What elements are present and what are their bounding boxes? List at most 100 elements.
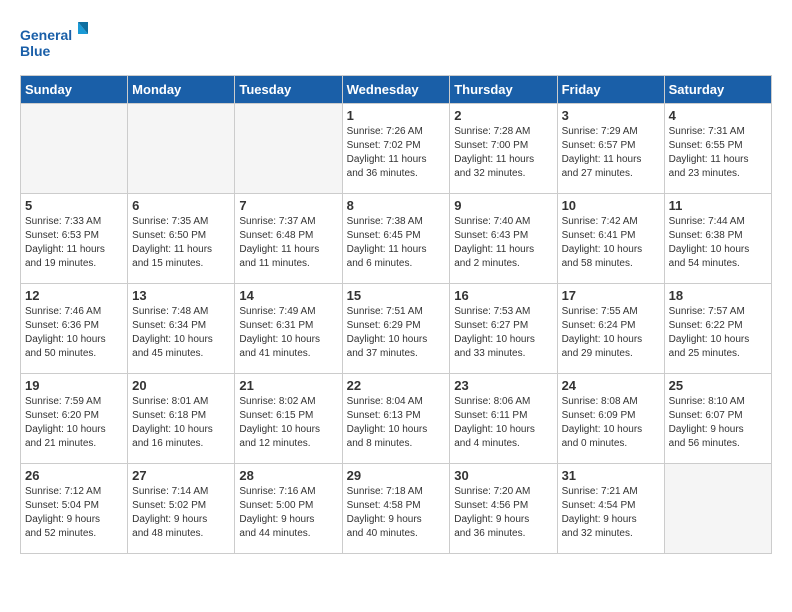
day-number: 25 <box>669 378 767 393</box>
day-number: 21 <box>239 378 337 393</box>
day-info: Sunrise: 7:37 AM Sunset: 6:48 PM Dayligh… <box>239 215 337 271</box>
day-info: Sunrise: 7:12 AM Sunset: 5:04 PM Dayligh… <box>25 485 123 541</box>
weekday-header-saturday: Saturday <box>664 76 771 104</box>
calendar-cell: 5 Sunrise: 7:33 AM Sunset: 6:53 PM Daylig… <box>21 194 128 284</box>
day-number: 31 <box>562 468 660 483</box>
calendar-cell: 12Sunrise: 7:46 AM Sunset: 6:36 PM Dayli… <box>21 284 128 374</box>
calendar-cell: 2 Sunrise: 7:28 AM Sunset: 7:00 PM Daylig… <box>450 104 557 194</box>
weekday-header-sunday: Sunday <box>21 76 128 104</box>
calendar-cell: 20Sunrise: 8:01 AM Sunset: 6:18 PM Dayli… <box>128 374 235 464</box>
calendar-cell: 31 Sunrise: 7:21 AM Sunset: 4:54 PM Dayli… <box>557 464 664 554</box>
day-number: 7 <box>239 198 337 213</box>
day-number: 15 <box>347 288 446 303</box>
day-number: 22 <box>347 378 446 393</box>
day-info: Sunrise: 7:18 AM Sunset: 4:58 PM Dayligh… <box>347 485 446 541</box>
day-number: 23 <box>454 378 552 393</box>
day-info: Sunrise: 7:48 AM Sunset: 6:34 PM Dayligh… <box>132 305 230 361</box>
day-info: Sunrise: 7:51 AM Sunset: 6:29 PM Dayligh… <box>347 305 446 361</box>
day-info: Sunrise: 7:29 AM Sunset: 6:57 PM Dayligh… <box>562 125 660 181</box>
calendar-week-5: 26 Sunrise: 7:12 AM Sunset: 5:04 PM Dayli… <box>21 464 772 554</box>
calendar-cell: 23 Sunrise: 8:06 AM Sunset: 6:11 PM Dayli… <box>450 374 557 464</box>
calendar-cell: 7 Sunrise: 7:37 AM Sunset: 6:48 PM Daylig… <box>235 194 342 284</box>
calendar-week-3: 12Sunrise: 7:46 AM Sunset: 6:36 PM Dayli… <box>21 284 772 374</box>
calendar-cell: 3Sunrise: 7:29 AM Sunset: 6:57 PM Daylig… <box>557 104 664 194</box>
day-info: Sunrise: 7:59 AM Sunset: 6:20 PM Dayligh… <box>25 395 123 451</box>
svg-text:Blue: Blue <box>20 43 51 59</box>
calendar-cell: 29Sunrise: 7:18 AM Sunset: 4:58 PM Dayli… <box>342 464 450 554</box>
day-info: Sunrise: 7:42 AM Sunset: 6:41 PM Dayligh… <box>562 215 660 271</box>
calendar-table: SundayMondayTuesdayWednesdayThursdayFrid… <box>20 75 772 554</box>
calendar-cell <box>235 104 342 194</box>
calendar-cell: 19 Sunrise: 7:59 AM Sunset: 6:20 PM Dayli… <box>21 374 128 464</box>
day-info: Sunrise: 7:21 AM Sunset: 4:54 PM Dayligh… <box>562 485 660 541</box>
day-info: Sunrise: 7:53 AM Sunset: 6:27 PM Dayligh… <box>454 305 552 361</box>
day-number: 2 <box>454 108 552 123</box>
day-number: 8 <box>347 198 446 213</box>
weekday-header-friday: Friday <box>557 76 664 104</box>
day-info: Sunrise: 7:55 AM Sunset: 6:24 PM Dayligh… <box>562 305 660 361</box>
day-info: Sunrise: 7:14 AM Sunset: 5:02 PM Dayligh… <box>132 485 230 541</box>
day-number: 17 <box>562 288 660 303</box>
calendar-cell: 14 Sunrise: 7:49 AM Sunset: 6:31 PM Dayli… <box>235 284 342 374</box>
day-info: Sunrise: 8:10 AM Sunset: 6:07 PM Dayligh… <box>669 395 767 451</box>
calendar-cell: 17 Sunrise: 7:55 AM Sunset: 6:24 PM Dayli… <box>557 284 664 374</box>
day-info: Sunrise: 8:08 AM Sunset: 6:09 PM Dayligh… <box>562 395 660 451</box>
day-number: 30 <box>454 468 552 483</box>
day-number: 1 <box>347 108 446 123</box>
day-info: Sunrise: 7:57 AM Sunset: 6:22 PM Dayligh… <box>669 305 767 361</box>
day-info: Sunrise: 7:40 AM Sunset: 6:43 PM Dayligh… <box>454 215 552 271</box>
day-number: 20 <box>132 378 230 393</box>
day-number: 19 <box>25 378 123 393</box>
day-info: Sunrise: 7:26 AM Sunset: 7:02 PM Dayligh… <box>347 125 446 181</box>
day-number: 26 <box>25 468 123 483</box>
day-info: Sunrise: 7:46 AM Sunset: 6:36 PM Dayligh… <box>25 305 123 361</box>
day-info: Sunrise: 7:31 AM Sunset: 6:55 PM Dayligh… <box>669 125 767 181</box>
calendar-cell: 18 Sunrise: 7:57 AM Sunset: 6:22 PM Dayli… <box>664 284 771 374</box>
weekday-header-wednesday: Wednesday <box>342 76 450 104</box>
day-number: 27 <box>132 468 230 483</box>
calendar-cell: 26 Sunrise: 7:12 AM Sunset: 5:04 PM Dayli… <box>21 464 128 554</box>
logo: General Blue <box>20 20 90 65</box>
day-number: 6 <box>132 198 230 213</box>
calendar-cell: 16Sunrise: 7:53 AM Sunset: 6:27 PM Dayli… <box>450 284 557 374</box>
day-info: Sunrise: 7:44 AM Sunset: 6:38 PM Dayligh… <box>669 215 767 271</box>
calendar-week-1: 1 Sunrise: 7:26 AM Sunset: 7:02 PM Daylig… <box>21 104 772 194</box>
day-info: Sunrise: 7:38 AM Sunset: 6:45 PM Dayligh… <box>347 215 446 271</box>
calendar-cell <box>664 464 771 554</box>
calendar-cell <box>128 104 235 194</box>
calendar-cell: 24 Sunrise: 8:08 AM Sunset: 6:09 PM Dayli… <box>557 374 664 464</box>
calendar-week-2: 5 Sunrise: 7:33 AM Sunset: 6:53 PM Daylig… <box>21 194 772 284</box>
weekday-header-row: SundayMondayTuesdayWednesdayThursdayFrid… <box>21 76 772 104</box>
calendar-cell: 11 Sunrise: 7:44 AM Sunset: 6:38 PM Dayli… <box>664 194 771 284</box>
calendar-cell: 8 Sunrise: 7:38 AM Sunset: 6:45 PM Daylig… <box>342 194 450 284</box>
day-info: Sunrise: 7:28 AM Sunset: 7:00 PM Dayligh… <box>454 125 552 181</box>
day-number: 18 <box>669 288 767 303</box>
logo-svg: General Blue <box>20 20 90 65</box>
day-info: Sunrise: 7:20 AM Sunset: 4:56 PM Dayligh… <box>454 485 552 541</box>
weekday-header-tuesday: Tuesday <box>235 76 342 104</box>
day-info: Sunrise: 7:49 AM Sunset: 6:31 PM Dayligh… <box>239 305 337 361</box>
calendar-cell: 22 Sunrise: 8:04 AM Sunset: 6:13 PM Dayli… <box>342 374 450 464</box>
calendar-cell: 1 Sunrise: 7:26 AM Sunset: 7:02 PM Daylig… <box>342 104 450 194</box>
calendar-cell: 6Sunrise: 7:35 AM Sunset: 6:50 PM Daylig… <box>128 194 235 284</box>
day-info: Sunrise: 7:16 AM Sunset: 5:00 PM Dayligh… <box>239 485 337 541</box>
day-info: Sunrise: 8:02 AM Sunset: 6:15 PM Dayligh… <box>239 395 337 451</box>
day-info: Sunrise: 7:33 AM Sunset: 6:53 PM Dayligh… <box>25 215 123 271</box>
day-number: 24 <box>562 378 660 393</box>
day-number: 9 <box>454 198 552 213</box>
calendar-cell: 9 Sunrise: 7:40 AM Sunset: 6:43 PM Daylig… <box>450 194 557 284</box>
page-header: General Blue <box>20 20 772 65</box>
day-number: 28 <box>239 468 337 483</box>
day-number: 5 <box>25 198 123 213</box>
weekday-header-monday: Monday <box>128 76 235 104</box>
calendar-cell: 25 Sunrise: 8:10 AM Sunset: 6:07 PM Dayli… <box>664 374 771 464</box>
calendar-cell: 28 Sunrise: 7:16 AM Sunset: 5:00 PM Dayli… <box>235 464 342 554</box>
day-info: Sunrise: 8:04 AM Sunset: 6:13 PM Dayligh… <box>347 395 446 451</box>
day-number: 14 <box>239 288 337 303</box>
calendar-cell: 27 Sunrise: 7:14 AM Sunset: 5:02 PM Dayli… <box>128 464 235 554</box>
day-info: Sunrise: 8:06 AM Sunset: 6:11 PM Dayligh… <box>454 395 552 451</box>
calendar-cell: 10Sunrise: 7:42 AM Sunset: 6:41 PM Dayli… <box>557 194 664 284</box>
calendar-cell: 15 Sunrise: 7:51 AM Sunset: 6:29 PM Dayli… <box>342 284 450 374</box>
day-number: 11 <box>669 198 767 213</box>
calendar-cell: 30 Sunrise: 7:20 AM Sunset: 4:56 PM Dayli… <box>450 464 557 554</box>
